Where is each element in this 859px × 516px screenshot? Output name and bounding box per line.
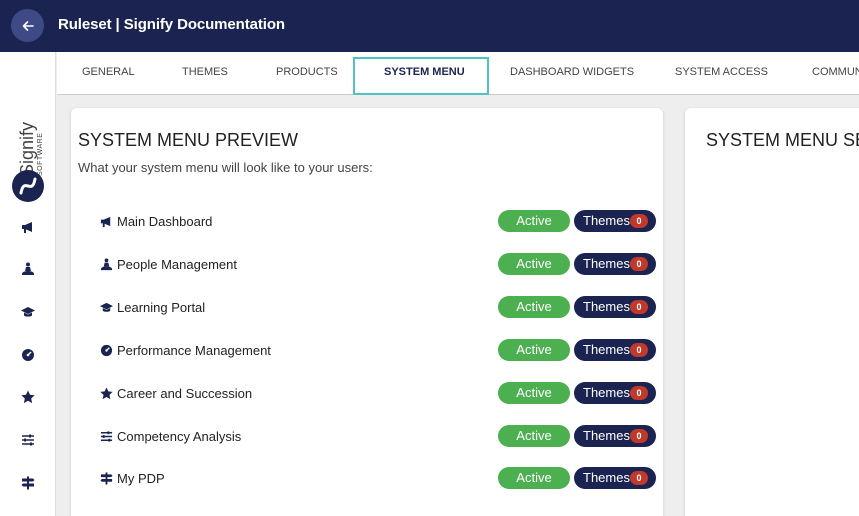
sidebar-graduation-cap-icon[interactable] bbox=[16, 300, 40, 324]
settings-title: SYSTEM MENU SETTINGS bbox=[706, 130, 859, 150]
back-button[interactable] bbox=[11, 9, 44, 42]
menu-item-performance-management: Performance Management Active Themes 0 bbox=[99, 339, 659, 363]
menu-item-label: Career and Succession bbox=[117, 386, 253, 401]
menu-item-competency-analysis: Competency Analysis Active Themes 0 bbox=[99, 425, 659, 449]
menu-item-my-pdp: My PDP Active Themes 0 bbox=[99, 467, 659, 491]
themes-count-badge: 0 bbox=[630, 429, 648, 443]
themes-button[interactable]: Themes 0 bbox=[574, 425, 656, 447]
themes-label: Themes bbox=[583, 428, 630, 443]
themes-button[interactable]: Themes 0 bbox=[574, 296, 656, 318]
sliders-icon bbox=[99, 429, 113, 443]
tab-themes[interactable]: THEMES bbox=[182, 52, 228, 94]
themes-count-badge: 0 bbox=[630, 257, 648, 271]
active-status-button[interactable]: Active bbox=[498, 382, 570, 404]
themes-button[interactable]: Themes 0 bbox=[574, 382, 656, 404]
menu-item-career-and-succession: Career and Succession Active Themes 0 bbox=[99, 382, 659, 406]
active-status-button[interactable]: Active bbox=[498, 253, 570, 275]
tab-general[interactable]: GENERAL bbox=[82, 52, 135, 94]
menu-item-label: Performance Management bbox=[117, 343, 271, 358]
gauge-icon bbox=[99, 343, 113, 357]
menu-item-label: Competency Analysis bbox=[117, 429, 242, 444]
menu-item-label: Main Dashboard bbox=[117, 214, 213, 229]
sidebar-sliders-icon[interactable] bbox=[16, 428, 40, 452]
menu-item-label: Learning Portal bbox=[117, 300, 206, 315]
themes-count-badge: 0 bbox=[630, 300, 648, 314]
themes-button[interactable]: Themes 0 bbox=[574, 467, 656, 489]
themes-label: Themes bbox=[583, 385, 630, 400]
menu-item-label: My PDP bbox=[117, 471, 165, 486]
themes-label: Themes bbox=[583, 470, 630, 485]
themes-button[interactable]: Themes 0 bbox=[574, 339, 656, 361]
sidebar-gauge-icon[interactable] bbox=[16, 343, 40, 367]
menu-item-people-management: People Management Active Themes 0 bbox=[99, 253, 659, 277]
active-status-button[interactable]: Active bbox=[498, 425, 570, 447]
top-bar: Ruleset | Signify Documentation bbox=[0, 0, 859, 52]
signpost-icon bbox=[99, 471, 113, 485]
active-status-button[interactable]: Active bbox=[498, 467, 570, 489]
themes-label: Themes bbox=[583, 299, 630, 314]
tab-system-access[interactable]: SYSTEM ACCESS bbox=[675, 52, 768, 94]
system-menu-settings-card: SYSTEM MENU SETTINGS bbox=[685, 108, 859, 516]
themes-label: Themes bbox=[583, 213, 630, 228]
graduation-cap-icon bbox=[99, 300, 113, 314]
themes-button[interactable]: Themes 0 bbox=[574, 253, 656, 275]
menu-item-learning-portal: Learning Portal Active Themes 0 bbox=[99, 296, 659, 320]
people-icon bbox=[99, 257, 113, 271]
sidebar: Signify SOFTWARE bbox=[0, 52, 56, 516]
themes-count-badge: 0 bbox=[630, 471, 648, 485]
sidebar-megaphone-icon[interactable] bbox=[16, 215, 40, 239]
tab-system-menu[interactable]: SYSTEM MENU bbox=[384, 52, 465, 94]
preview-title: SYSTEM MENU PREVIEW bbox=[78, 130, 299, 150]
themes-label: Themes bbox=[583, 256, 630, 271]
themes-label: Themes bbox=[583, 342, 630, 357]
active-status-button[interactable]: Active bbox=[498, 210, 570, 232]
arrow-left-icon bbox=[22, 20, 34, 31]
preview-subtitle: What your system menu will look like to … bbox=[78, 160, 373, 175]
megaphone-icon bbox=[99, 214, 113, 228]
active-status-button[interactable]: Active bbox=[498, 339, 570, 361]
tab-dashboard-widgets[interactable]: DASHBOARD WIDGETS bbox=[510, 52, 634, 94]
main-content: SYSTEM MENU PREVIEW What your system men… bbox=[57, 95, 859, 516]
sidebar-people-icon[interactable] bbox=[16, 257, 40, 281]
themes-button[interactable]: Themes 0 bbox=[574, 210, 656, 232]
menu-item-label: People Management bbox=[117, 257, 237, 272]
themes-count-badge: 0 bbox=[630, 386, 648, 400]
tab-communications[interactable]: COMMUN bbox=[812, 52, 859, 94]
sidebar-star-icon[interactable] bbox=[16, 385, 40, 409]
svg-text:SOFTWARE: SOFTWARE bbox=[37, 133, 44, 176]
tab-bar: GENERAL THEMES PRODUCTS SYSTEM MENU DASH… bbox=[57, 52, 859, 95]
system-menu-preview-card: SYSTEM MENU PREVIEW What your system men… bbox=[71, 108, 663, 516]
svg-text:Signify: Signify bbox=[17, 122, 37, 176]
sidebar-signpost-icon[interactable] bbox=[16, 471, 40, 495]
themes-count-badge: 0 bbox=[630, 214, 648, 228]
tab-products[interactable]: PRODUCTS bbox=[276, 52, 338, 94]
star-icon bbox=[99, 386, 113, 400]
themes-count-badge: 0 bbox=[630, 343, 648, 357]
active-status-button[interactable]: Active bbox=[498, 296, 570, 318]
menu-item-main-dashboard: Main Dashboard Active Themes 0 bbox=[99, 210, 659, 234]
signify-logo: Signify SOFTWARE bbox=[8, 76, 48, 208]
page-title: Ruleset | Signify Documentation bbox=[58, 16, 285, 33]
